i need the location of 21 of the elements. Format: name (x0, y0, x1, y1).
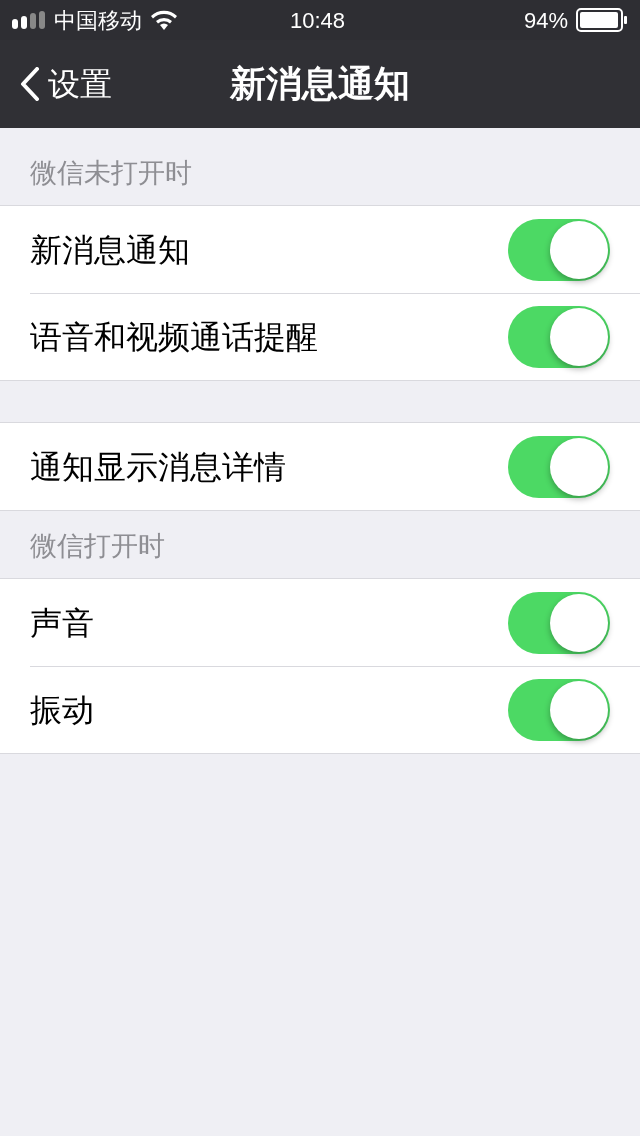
setting-label: 振动 (30, 691, 94, 730)
setting-label: 声音 (30, 603, 94, 643)
battery-percent: 94% (523, 6, 568, 35)
setting-label: 通知显示消息详情 (30, 447, 286, 487)
clock-time: 10:48 (290, 6, 346, 35)
toggle-switch[interactable] (508, 591, 610, 654)
back-button[interactable]: 设置 (0, 60, 112, 108)
setting-label: 新消息通知 (30, 230, 190, 270)
carrier-name: 中国移动 (54, 6, 142, 35)
page-title: 新消息通知 (230, 62, 410, 106)
toggle-switch[interactable] (508, 679, 610, 741)
signal-icon (12, 11, 46, 29)
back-chevron-icon (20, 67, 40, 101)
section-header: 微信未打开时 (30, 156, 192, 190)
setting-label: 语音和视频通话提醒 (30, 318, 318, 357)
toggle-switch[interactable] (508, 435, 610, 498)
battery-icon (576, 8, 628, 32)
toggle-switch[interactable] (508, 218, 610, 281)
wifi-icon (150, 10, 178, 30)
toggle-switch[interactable] (508, 306, 610, 368)
section-header: 微信打开时 (30, 529, 165, 563)
